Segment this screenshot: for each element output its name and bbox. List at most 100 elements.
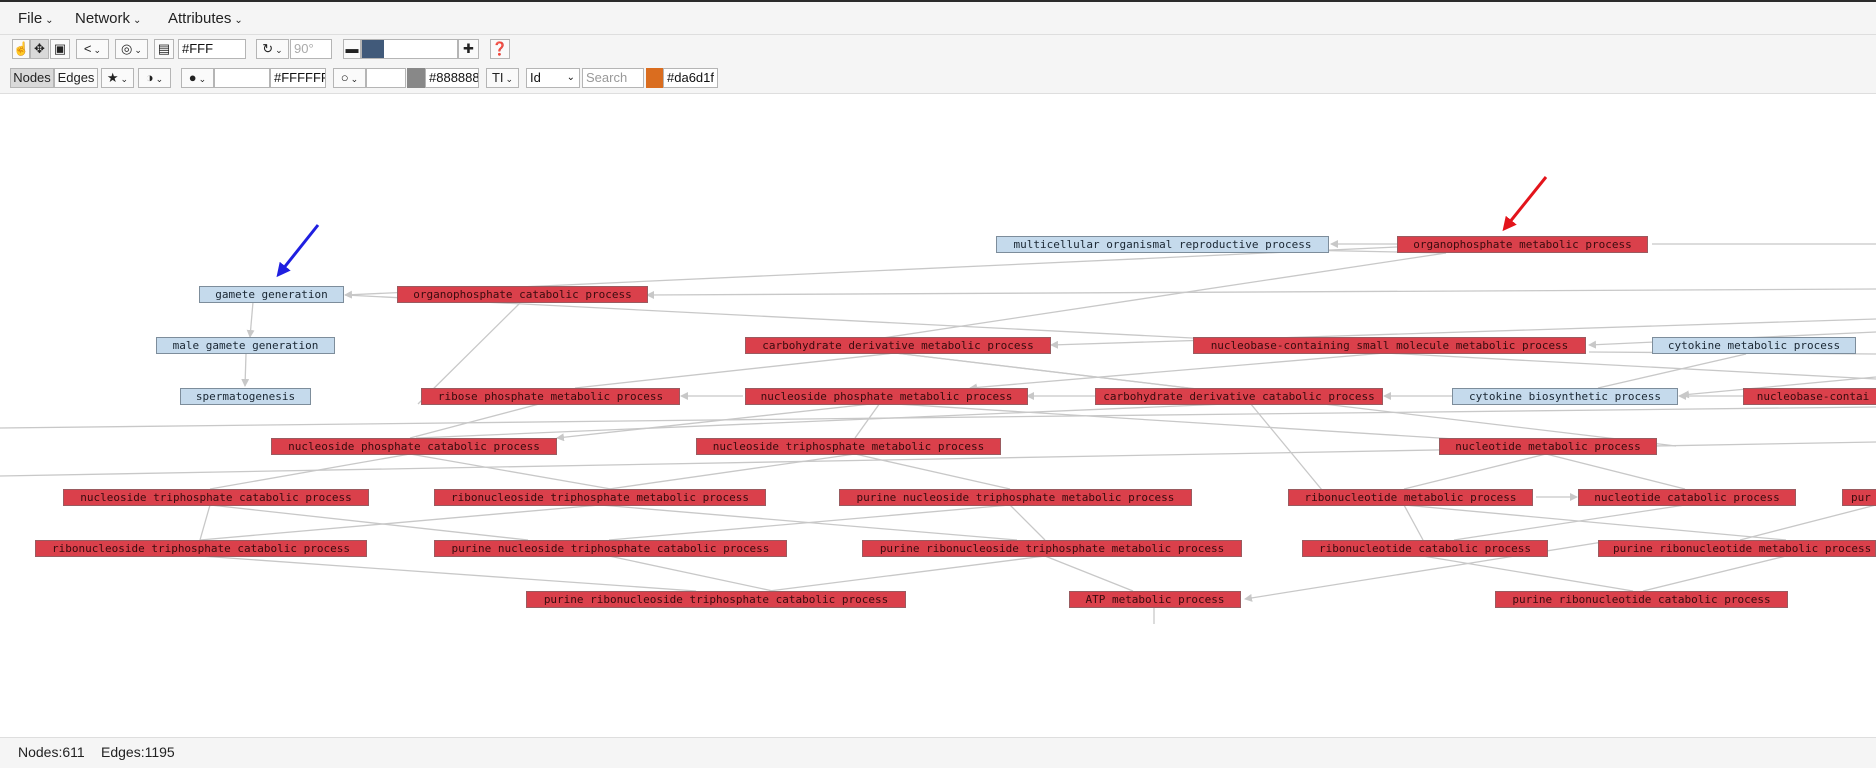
rotation-angle-input[interactable]: 90°	[290, 39, 332, 59]
rotate-menu-button[interactable]: ↻ ⌄	[256, 39, 289, 59]
chevron-down-icon: ⌄	[93, 45, 102, 55]
node-spermatogenesis[interactable]: spermatogenesis	[180, 388, 311, 405]
chevron-down-icon: ⌄	[505, 74, 514, 84]
pointer-hand-icon: ☝	[13, 41, 30, 56]
minus-icon: ▬	[345, 41, 359, 56]
network-menu[interactable]: Network ⌄	[75, 10, 141, 27]
node-organophosphate-metabolic-process[interactable]: organophosphate metabolic process	[1397, 236, 1648, 253]
node-purine-truncated[interactable]: pur	[1842, 489, 1876, 506]
node-cytokine-biosynthetic-process[interactable]: cytokine biosynthetic process	[1452, 388, 1678, 405]
edge-layer	[0, 176, 1876, 624]
chevron-down-icon: ⌄	[566, 72, 575, 83]
search-input[interactable]: Search	[582, 68, 644, 88]
status-bar: Nodes:611 Edges:1195	[0, 737, 1876, 768]
background-color-input[interactable]: #FFF	[178, 39, 246, 59]
select-tool-button[interactable]: ☝	[12, 39, 30, 59]
node-shape-menu[interactable]: ★ ⌄	[101, 68, 134, 88]
edges-label: Edges:	[101, 744, 145, 760]
file-menu-label: File	[18, 10, 43, 27]
menu-bar: File ⌄ Network ⌄ Attributes ⌄	[0, 2, 1876, 35]
zoom-slider-thumb[interactable]	[362, 40, 384, 58]
node-ribonucleotide-catabolic-process[interactable]: ribonucleotide catabolic process	[1302, 540, 1548, 557]
node-nucleobase-containing-truncated[interactable]: nucleobase-contai	[1743, 388, 1876, 405]
filled-circle-icon: ●	[188, 70, 197, 85]
node-count-label: Nodes:611	[18, 738, 85, 767]
node-cytokine-metabolic-process[interactable]: cytokine metabolic process	[1652, 337, 1856, 354]
node-nucleoside-phosphate-catabolic-process[interactable]: nucleoside phosphate catabolic process	[271, 438, 557, 455]
node-nucleoside-triphosphate-metabolic-process[interactable]: nucleoside triphosphate metabolic proces…	[696, 438, 1001, 455]
label-attribute-select[interactable]: Id ⌄	[526, 68, 580, 88]
chevron-down-icon: ⌄	[350, 74, 359, 84]
node-purine-ribonucleotide-metabolic-process[interactable]: purine ribonucleotide metabolic process	[1598, 540, 1876, 557]
fill-size-input[interactable]	[214, 68, 270, 88]
attributes-menu[interactable]: Attributes ⌄	[168, 10, 243, 27]
node-multicellular-organismal-reproductive-process[interactable]: multicellular organismal reproductive pr…	[996, 236, 1329, 253]
node-carbohydrate-derivative-catabolic-process[interactable]: carbohydrate derivative catabolic proces…	[1095, 388, 1383, 405]
border-color-input[interactable]: #888888	[425, 68, 479, 88]
node-nucleotide-metabolic-process[interactable]: nucleotide metabolic process	[1439, 438, 1657, 455]
nodes-count: 611	[62, 744, 85, 760]
node-nucleoside-triphosphate-catabolic-process[interactable]: nucleoside triphosphate catabolic proces…	[63, 489, 369, 506]
view-toolbar: ☝ ✥ ▣ < ⌄ ◎ ⌄ ▤ #FFF ↻ ⌄ 90° ▬ ✚ ❓	[0, 35, 1876, 65]
nodes-label: Nodes:	[18, 744, 63, 760]
move-arrows-icon: ✥	[34, 41, 45, 56]
edges-count: 1195	[144, 744, 175, 760]
half-circle-icon: ◑	[145, 70, 154, 85]
node-purine-nucleoside-triphosphate-catabolic-process[interactable]: purine nucleoside triphosphate catabolic…	[434, 540, 787, 557]
border-width-input[interactable]	[366, 68, 406, 88]
save-image-button[interactable]: ▤	[154, 39, 174, 59]
image-export-button[interactable]: ▣	[50, 39, 70, 59]
help-button[interactable]: ❓	[490, 39, 510, 59]
node-opacity-menu[interactable]: ◑ ⌄	[138, 68, 171, 88]
label-attribute-value: Id	[530, 70, 541, 85]
node-purine-ribonucleoside-triphosphate-metabolic-process[interactable]: purine ribonucleoside triphosphate metab…	[862, 540, 1242, 557]
node-nucleobase-containing-small-molecule-metabolic-process[interactable]: nucleobase-containing small molecule met…	[1193, 337, 1586, 354]
layout-menu-button[interactable]: ◎ ⌄	[115, 39, 148, 59]
node-nucleoside-phosphate-metabolic-process[interactable]: nucleoside phosphate metabolic process	[745, 388, 1028, 405]
node-carbohydrate-derivative-metabolic-process[interactable]: carbohydrate derivative metabolic proces…	[745, 337, 1051, 354]
pan-tool-button[interactable]: ✥	[30, 39, 49, 59]
highlight-color-input[interactable]: #da6d1f	[663, 68, 718, 88]
chevron-down-icon: ⌄	[198, 74, 207, 84]
chevron-down-icon: ⌄	[45, 15, 54, 26]
chevron-down-icon: ⌄	[234, 15, 243, 26]
label-style-menu[interactable]: TI ⌄	[486, 68, 519, 88]
zoom-out-button[interactable]: ▬	[343, 39, 361, 59]
edge-count-label: Edges:1195	[101, 738, 175, 767]
node-ribonucleotide-metabolic-process[interactable]: ribonucleotide metabolic process	[1288, 489, 1533, 506]
border-color-swatch[interactable]	[407, 68, 425, 88]
file-menu[interactable]: File ⌄	[18, 10, 54, 27]
node-gamete-generation[interactable]: gamete generation	[199, 286, 344, 303]
rotate-icon: ↻	[262, 41, 274, 56]
node-purine-nucleoside-triphosphate-metabolic-process[interactable]: purine nucleoside triphosphate metabolic…	[839, 489, 1192, 506]
fill-style-menu[interactable]: ● ⌄	[181, 68, 214, 88]
image-icon: ▣	[53, 41, 67, 56]
zoom-slider[interactable]	[361, 39, 458, 59]
fill-color-input[interactable]: #FFFFFF	[270, 68, 326, 88]
node-ribonucleoside-triphosphate-catabolic-process[interactable]: ribonucleoside triphosphate catabolic pr…	[35, 540, 367, 557]
node-ribonucleoside-triphosphate-metabolic-process[interactable]: ribonucleoside triphosphate metabolic pr…	[434, 489, 766, 506]
chevron-down-icon: ⌄	[134, 45, 142, 55]
share-icon: <	[83, 41, 92, 56]
node-nucleotide-catabolic-process[interactable]: nucleotide catabolic process	[1578, 489, 1796, 506]
node-purine-ribonucleoside-triphosphate-catabolic-process[interactable]: purine ribonucleoside triphosphate catab…	[526, 591, 906, 608]
node-purine-ribonucleotide-catabolic-process[interactable]: purine ribonucleotide catabolic process	[1495, 591, 1788, 608]
edges-tab[interactable]: Edges	[54, 68, 98, 88]
share-menu-button[interactable]: < ⌄	[76, 39, 109, 59]
zoom-in-button[interactable]: ✚	[458, 39, 479, 59]
node-ribose-phosphate-metabolic-process[interactable]: ribose phosphate metabolic process	[421, 388, 680, 405]
help-icon: ❓	[491, 41, 509, 56]
network-canvas[interactable]: multicellular organismal reproductive pr…	[0, 94, 1876, 737]
document-image-icon: ▤	[157, 41, 171, 56]
plus-icon: ✚	[463, 41, 474, 56]
star-icon: ★	[106, 70, 119, 85]
node-male-gamete-generation[interactable]: male gamete generation	[156, 337, 335, 354]
target-icon: ◎	[121, 41, 133, 56]
node-organophosphate-catabolic-process[interactable]: organophosphate catabolic process	[397, 286, 648, 303]
text-size-icon: TI	[491, 70, 504, 85]
node-atp-metabolic-process[interactable]: ATP metabolic process	[1069, 591, 1241, 608]
nodes-tab[interactable]: Nodes	[10, 68, 54, 88]
border-style-menu[interactable]: ○ ⌄	[333, 68, 366, 88]
highlight-color-swatch[interactable]	[646, 68, 663, 88]
chevron-down-icon: ⌄	[133, 15, 142, 26]
